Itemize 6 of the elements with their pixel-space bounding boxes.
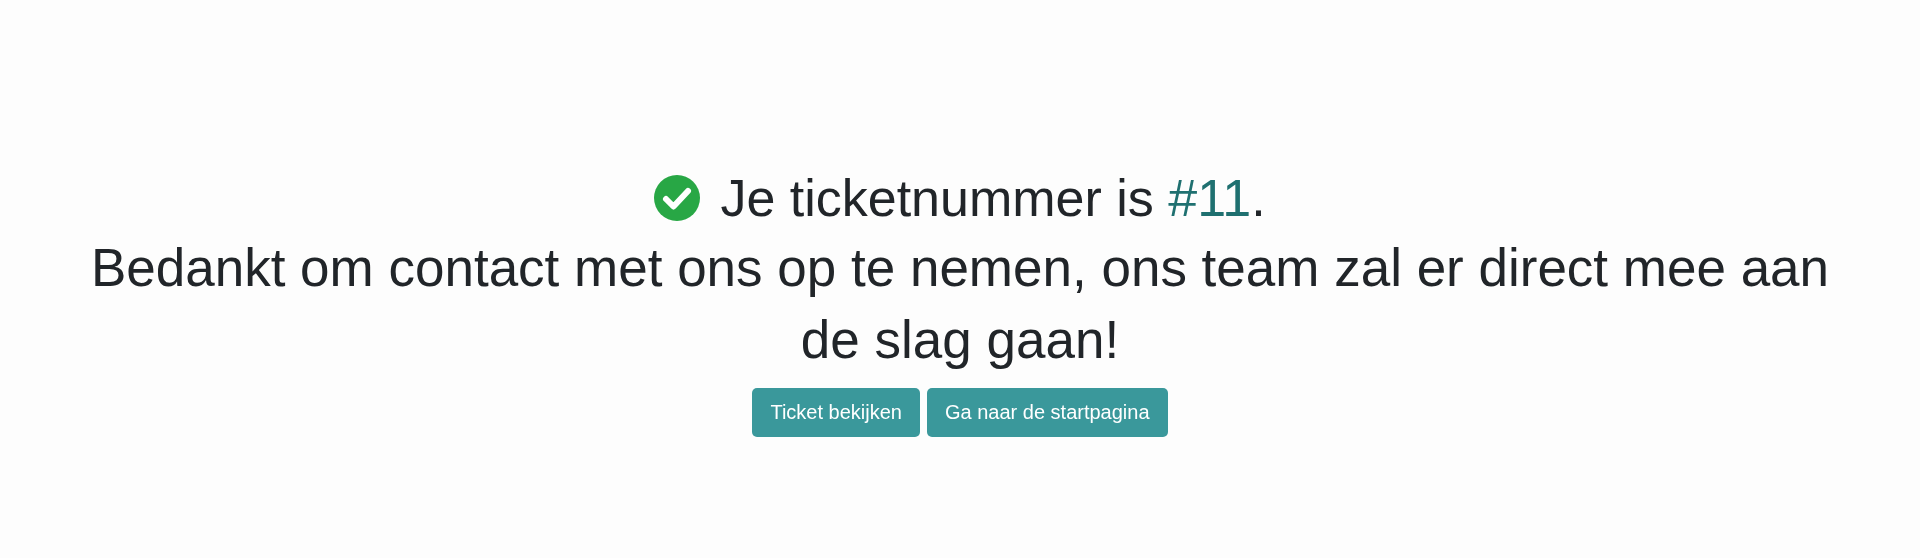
thank-you-message: Bedankt om contact met ons op te nemen, ons team zal er direct mee aan de slag gaan! — [89, 237, 1831, 371]
home-page-button[interactable]: Ga naar de startpagina — [926, 388, 1168, 437]
ticket-number-heading: Je ticketnummer is #11. — [720, 168, 1266, 228]
ticket-number-link[interactable]: #11 — [1168, 169, 1252, 227]
check-circle-icon — [654, 175, 701, 221]
view-ticket-button[interactable]: Ticket bekijken — [752, 388, 920, 437]
